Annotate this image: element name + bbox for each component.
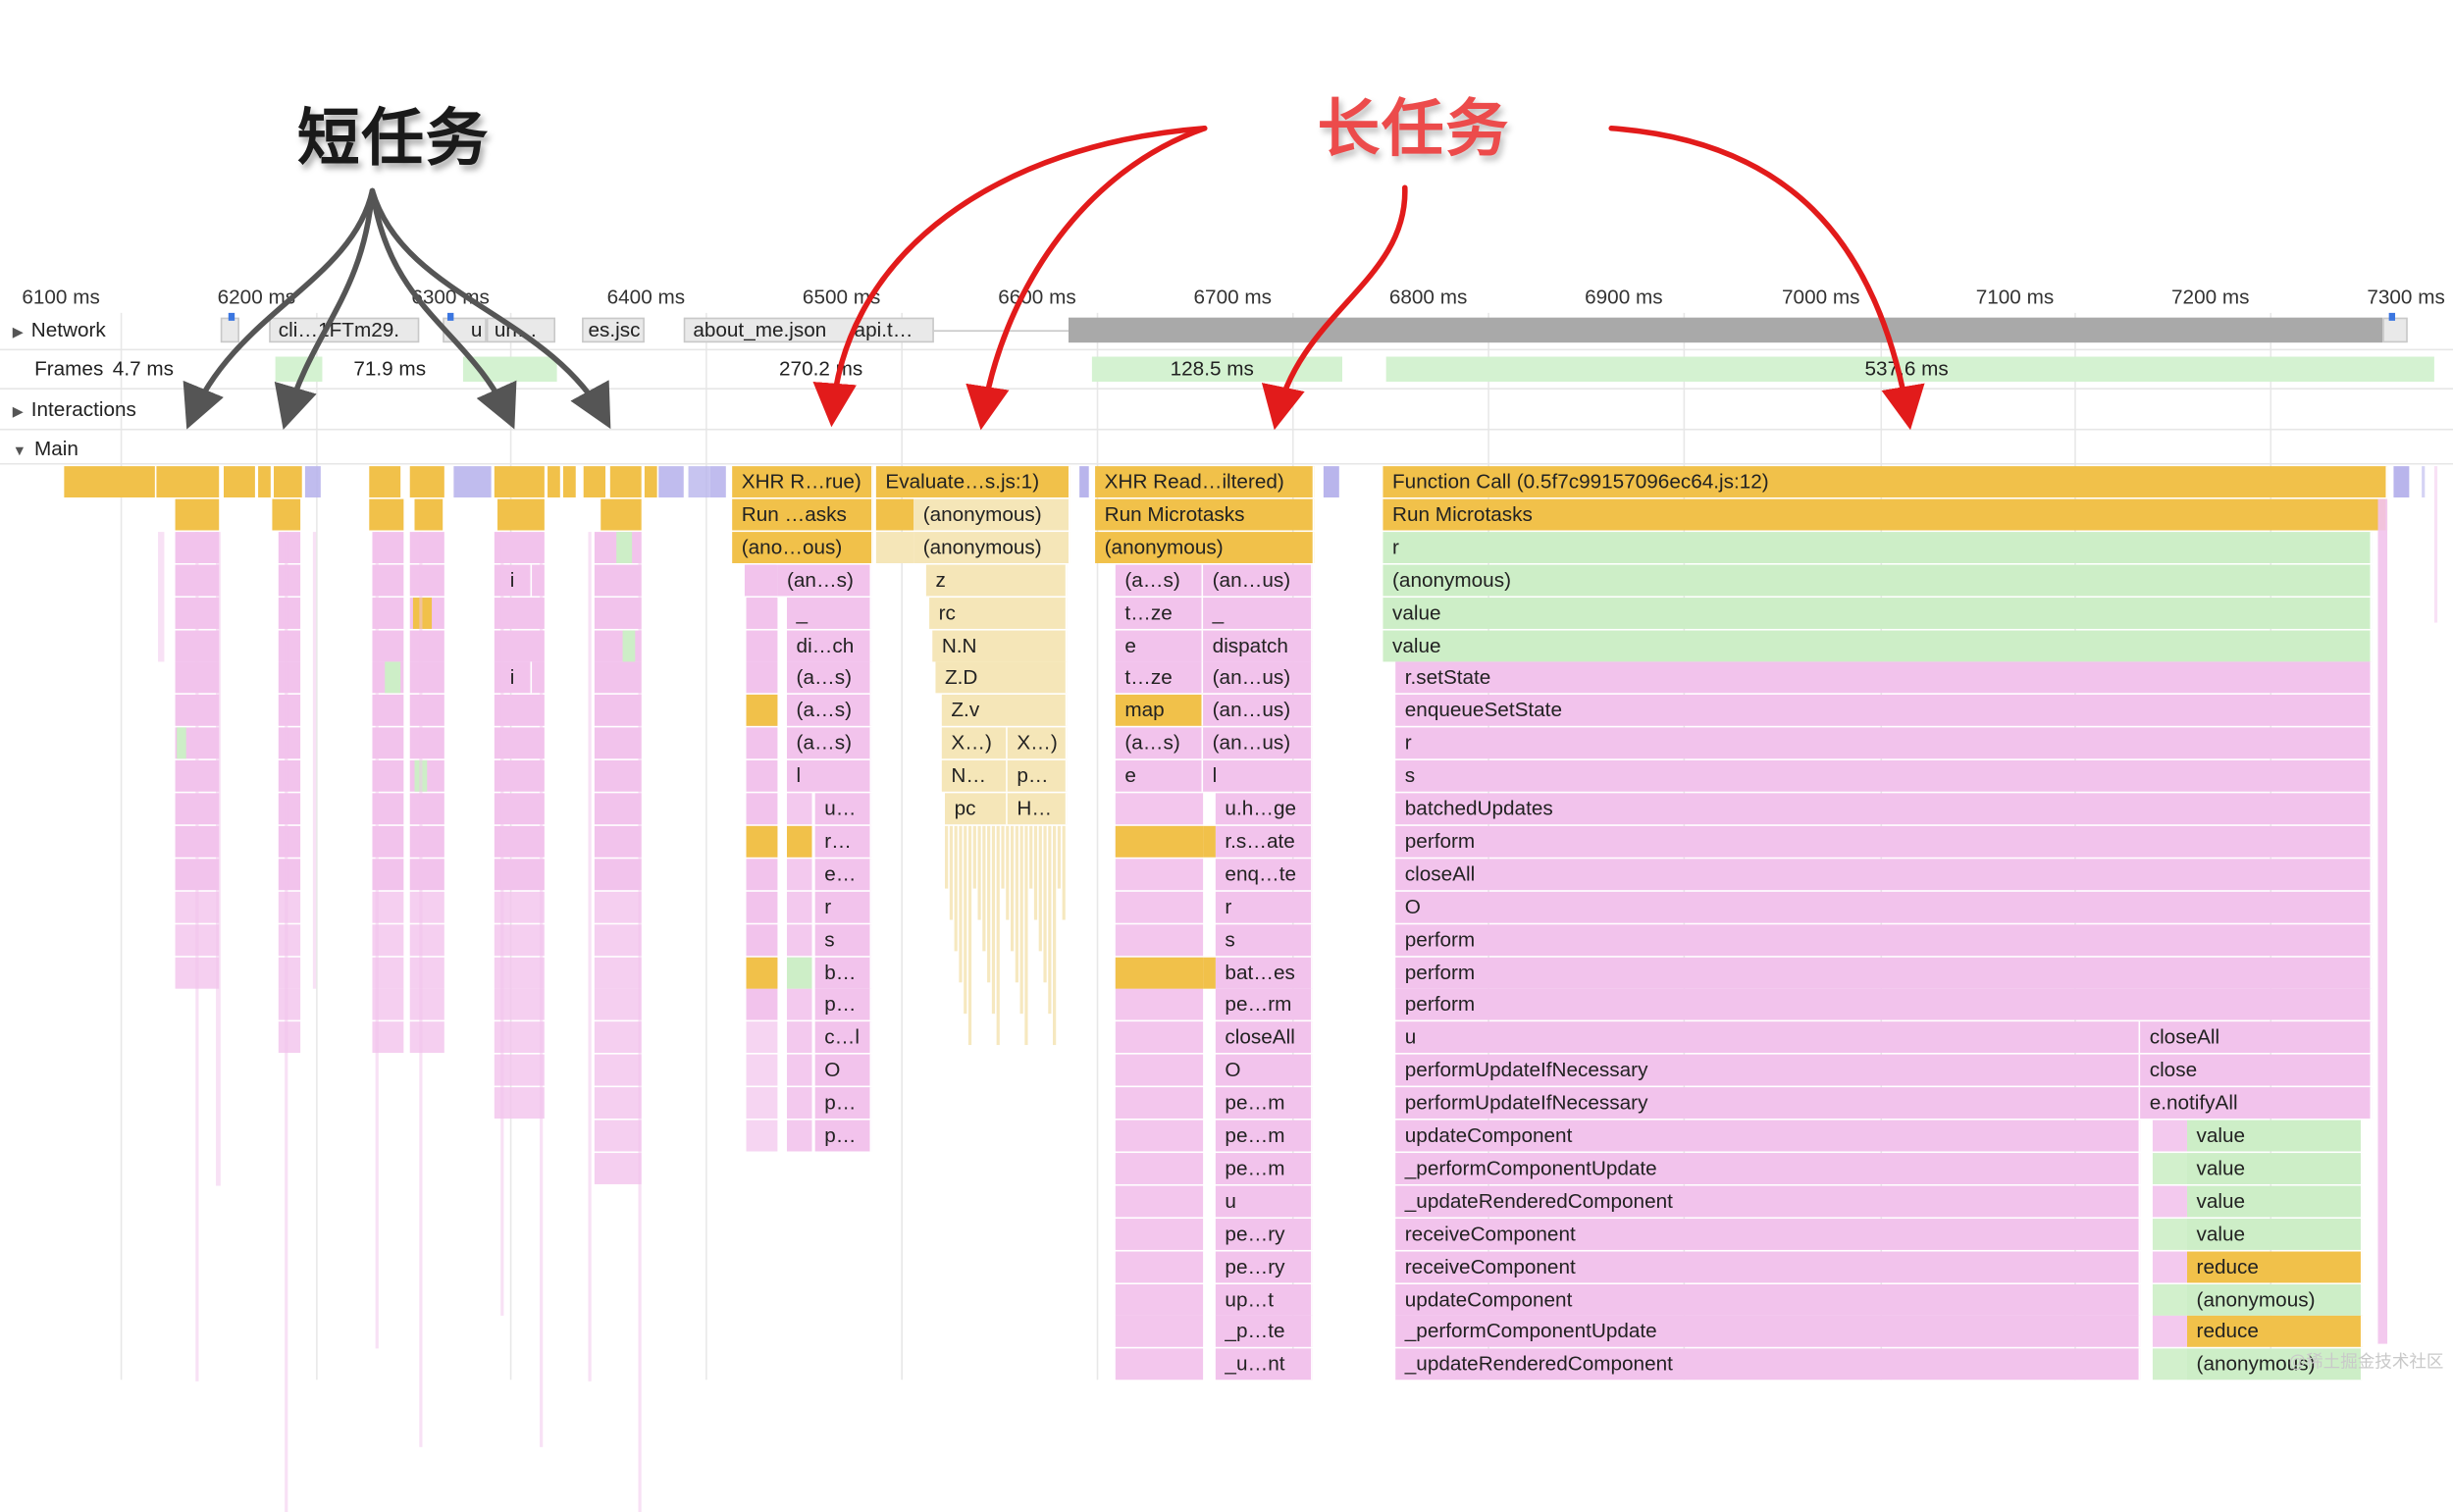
long-task-arrow bbox=[1261, 184, 1408, 431]
short-task-arrow bbox=[369, 187, 517, 430]
long-task-arrows bbox=[812, 125, 1925, 431]
long-task-arrow bbox=[1608, 125, 1925, 431]
short-task-arrows bbox=[183, 187, 611, 431]
annotation-arrows bbox=[183, 125, 1925, 431]
long-task-arrow bbox=[812, 125, 1208, 428]
screenshot-stage: 短任务 长任务 6100 ms 6200 ms 6300 ms 6400 ms 6500… bbox=[0, 0, 2453, 1512]
short-task-arrow bbox=[183, 187, 376, 430]
long-task-arrow bbox=[966, 125, 1208, 431]
watermark: @稀土掘金技术社区 bbox=[2288, 1353, 2444, 1373]
